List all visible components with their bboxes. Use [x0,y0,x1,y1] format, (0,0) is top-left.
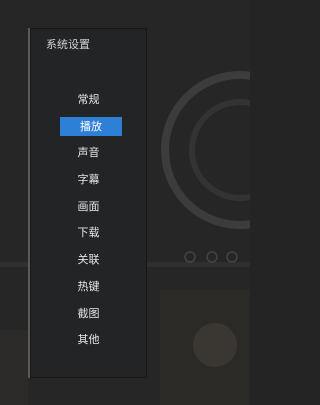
settings-panel: 系统设置 常规 播放 声音 字幕 画面 下载 关联 热键 截图 其他 [28,28,147,378]
nav-item-label: 常规 [77,93,100,106]
nav-item-label: 播放 [80,119,102,133]
nav-item-label: 下载 [77,226,100,240]
nav-item-general[interactable]: 常规 [30,90,147,109]
nav-item-label: 字幕 [77,173,100,187]
nav-item-download[interactable]: 下载 [30,223,147,242]
panel-title: 系统设置 [46,38,90,51]
nav-item-screenshot[interactable]: 截图 [30,304,147,323]
nav-item-video[interactable]: 画面 [30,197,147,216]
nav-item-label: 其他 [77,333,100,347]
nav-item-other[interactable]: 其他 [30,330,147,349]
nav-item-subtitles[interactable]: 字幕 [30,170,147,189]
nav-item-hotkeys[interactable]: 热键 [30,277,147,296]
nav-item-label: 关联 [77,253,100,267]
settings-nav: 常规 播放 声音 字幕 画面 下载 关联 热键 截图 其他 [30,90,147,357]
nav-item-audio[interactable]: 声音 [30,143,147,162]
nav-item-playback[interactable]: 播放 [60,116,122,136]
nav-item-label: 声音 [77,146,100,160]
nav-item-label: 截图 [77,306,100,320]
nav-item-associations[interactable]: 关联 [30,250,147,269]
nav-item-label: 画面 [77,199,100,213]
nav-item-label: 热键 [77,279,100,293]
